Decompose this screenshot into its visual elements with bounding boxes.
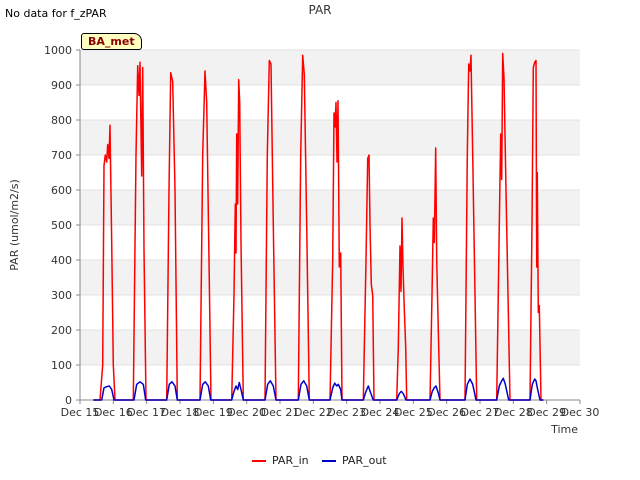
grid-band <box>80 330 580 365</box>
legend-item-par-in: PAR_in <box>252 454 309 467</box>
x-axis-label: Time <box>550 423 578 436</box>
y-tick-label: 500 <box>51 219 72 232</box>
x-tick-label: Dec 30 <box>561 406 600 419</box>
y-tick-label: 100 <box>51 359 72 372</box>
y-tick-label: 900 <box>51 79 72 92</box>
legend-item-par-out: PAR_out <box>322 454 387 467</box>
legend-swatch-par-out <box>322 459 336 462</box>
y-tick-label: 200 <box>51 324 72 337</box>
grid-band <box>80 260 580 295</box>
y-tick-label: 400 <box>51 254 72 267</box>
grid-band <box>80 50 580 85</box>
y-axis-label: PAR (umol/m2/s) <box>8 179 21 271</box>
y-tick-label: 800 <box>51 114 72 127</box>
y-tick-label: 700 <box>51 149 72 162</box>
legend-swatch-par-in <box>252 459 266 462</box>
y-tick-label: 1000 <box>44 44 72 57</box>
site-tag: BA_met <box>81 33 142 50</box>
legend-label-par-out: PAR_out <box>342 454 387 467</box>
par-line-chart: 01002003004005006007008009001000 Dec 15D… <box>8 44 600 436</box>
legend-label-par-in: PAR_in <box>272 454 309 467</box>
grid-band <box>80 190 580 225</box>
y-tick-label: 600 <box>51 184 72 197</box>
y-tick-label: 300 <box>51 289 72 302</box>
